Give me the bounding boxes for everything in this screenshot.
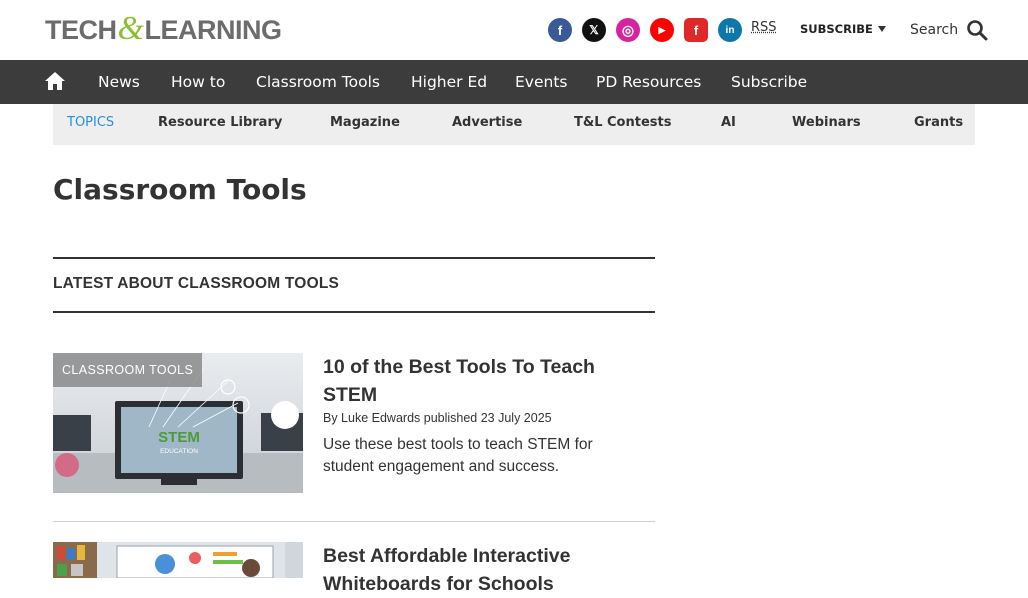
nav-item-subscribe[interactable]: Subscribe	[731, 73, 807, 91]
search-button[interactable]: Search	[910, 19, 988, 41]
page-title: Classroom Tools	[53, 173, 307, 206]
youtube-glyph: ▶	[658, 24, 666, 35]
whiteboard-classroom-image	[53, 542, 303, 578]
site-logo[interactable]: TECH & LEARNING	[45, 10, 282, 47]
main-nav: News How to Classroom Tools Higher Ed Ev…	[0, 60, 1028, 104]
x-icon[interactable]: 𝕏	[582, 18, 606, 42]
topic-resource-library[interactable]: Resource Library	[158, 115, 282, 130]
topic-grants[interactable]: Grants	[914, 115, 963, 130]
article-divider	[53, 521, 655, 522]
x-glyph: 𝕏	[589, 23, 599, 37]
section-heading: LATEST ABOUT CLASSROOM TOOLS	[53, 275, 340, 292]
article-card[interactable]: STEM EDUCATION CLASSROOM TOOLS 10 of the…	[53, 353, 655, 503]
search-label: Search	[910, 22, 959, 38]
search-icon	[967, 20, 988, 41]
youtube-icon[interactable]: ▶	[650, 18, 674, 42]
social-links: f 𝕏 ◎ ▶ f in	[548, 18, 742, 42]
article-title[interactable]: Best Affordable Interactive Whiteboards …	[323, 542, 643, 598]
section-divider-top	[53, 257, 655, 259]
home-icon[interactable]	[44, 71, 66, 91]
instagram-icon[interactable]: ◎	[616, 18, 640, 42]
site-header: TECH & LEARNING f 𝕏 ◎ ▶ f in RSS SUBSCRIBE…	[0, 0, 1028, 60]
flipboard-icon[interactable]: f	[684, 18, 708, 42]
topic-advertise[interactable]: Advertise	[452, 115, 522, 130]
nav-item-pd-resources[interactable]: PD Resources	[596, 73, 701, 91]
nav-item-news[interactable]: News	[98, 73, 140, 91]
article-card[interactable]: Best Affordable Interactive Whiteboards …	[53, 542, 655, 595]
section-divider-bottom	[53, 311, 655, 313]
subscribe-label: SUBSCRIBE	[800, 22, 873, 36]
article-summary: Use these best tools to teach STEM for s…	[323, 436, 593, 475]
category-badge[interactable]: CLASSROOM TOOLS	[53, 353, 203, 387]
instagram-glyph: ◎	[621, 21, 635, 38]
topic-magazine[interactable]: Magazine	[330, 115, 400, 130]
thumb-education-text: EDUCATION	[160, 448, 198, 455]
nav-item-higher-ed[interactable]: Higher Ed	[411, 73, 487, 91]
topics-label: TOPICS	[67, 115, 115, 130]
topic-ai[interactable]: AI	[721, 115, 736, 130]
topic-webinars[interactable]: Webinars	[792, 115, 861, 130]
nav-item-classroom-tools[interactable]: Classroom Tools	[256, 73, 380, 91]
linkedin-icon[interactable]: in	[718, 18, 742, 42]
facebook-glyph: f	[557, 22, 563, 38]
logo-ampersand: &	[117, 10, 144, 47]
chevron-down-icon	[877, 26, 886, 32]
nav-item-events[interactable]: Events	[515, 73, 567, 91]
article-byline: By Luke Edwards published 23 July 2025	[323, 411, 552, 425]
topics-bar: TOPICS Resource Library Magazine Adverti…	[53, 104, 975, 145]
linkedin-glyph: in	[725, 24, 735, 36]
thumb-stem-text: STEM	[158, 429, 200, 446]
nav-item-how-to[interactable]: How to	[171, 73, 225, 91]
rss-link[interactable]: RSS	[751, 20, 777, 35]
article-thumbnail[interactable]: STEM EDUCATION CLASSROOM TOOLS	[53, 353, 303, 493]
facebook-icon[interactable]: f	[548, 18, 572, 42]
logo-text-learning: LEARNING	[144, 14, 282, 45]
flipboard-glyph: f	[693, 22, 699, 38]
topic-tl-contests[interactable]: T&L Contests	[574, 115, 671, 130]
article-title[interactable]: 10 of the Best Tools To Teach STEM	[323, 353, 643, 409]
subscribe-dropdown[interactable]: SUBSCRIBE	[800, 22, 886, 36]
article-thumbnail[interactable]	[53, 542, 303, 578]
logo-text-tech: TECH	[45, 14, 117, 45]
